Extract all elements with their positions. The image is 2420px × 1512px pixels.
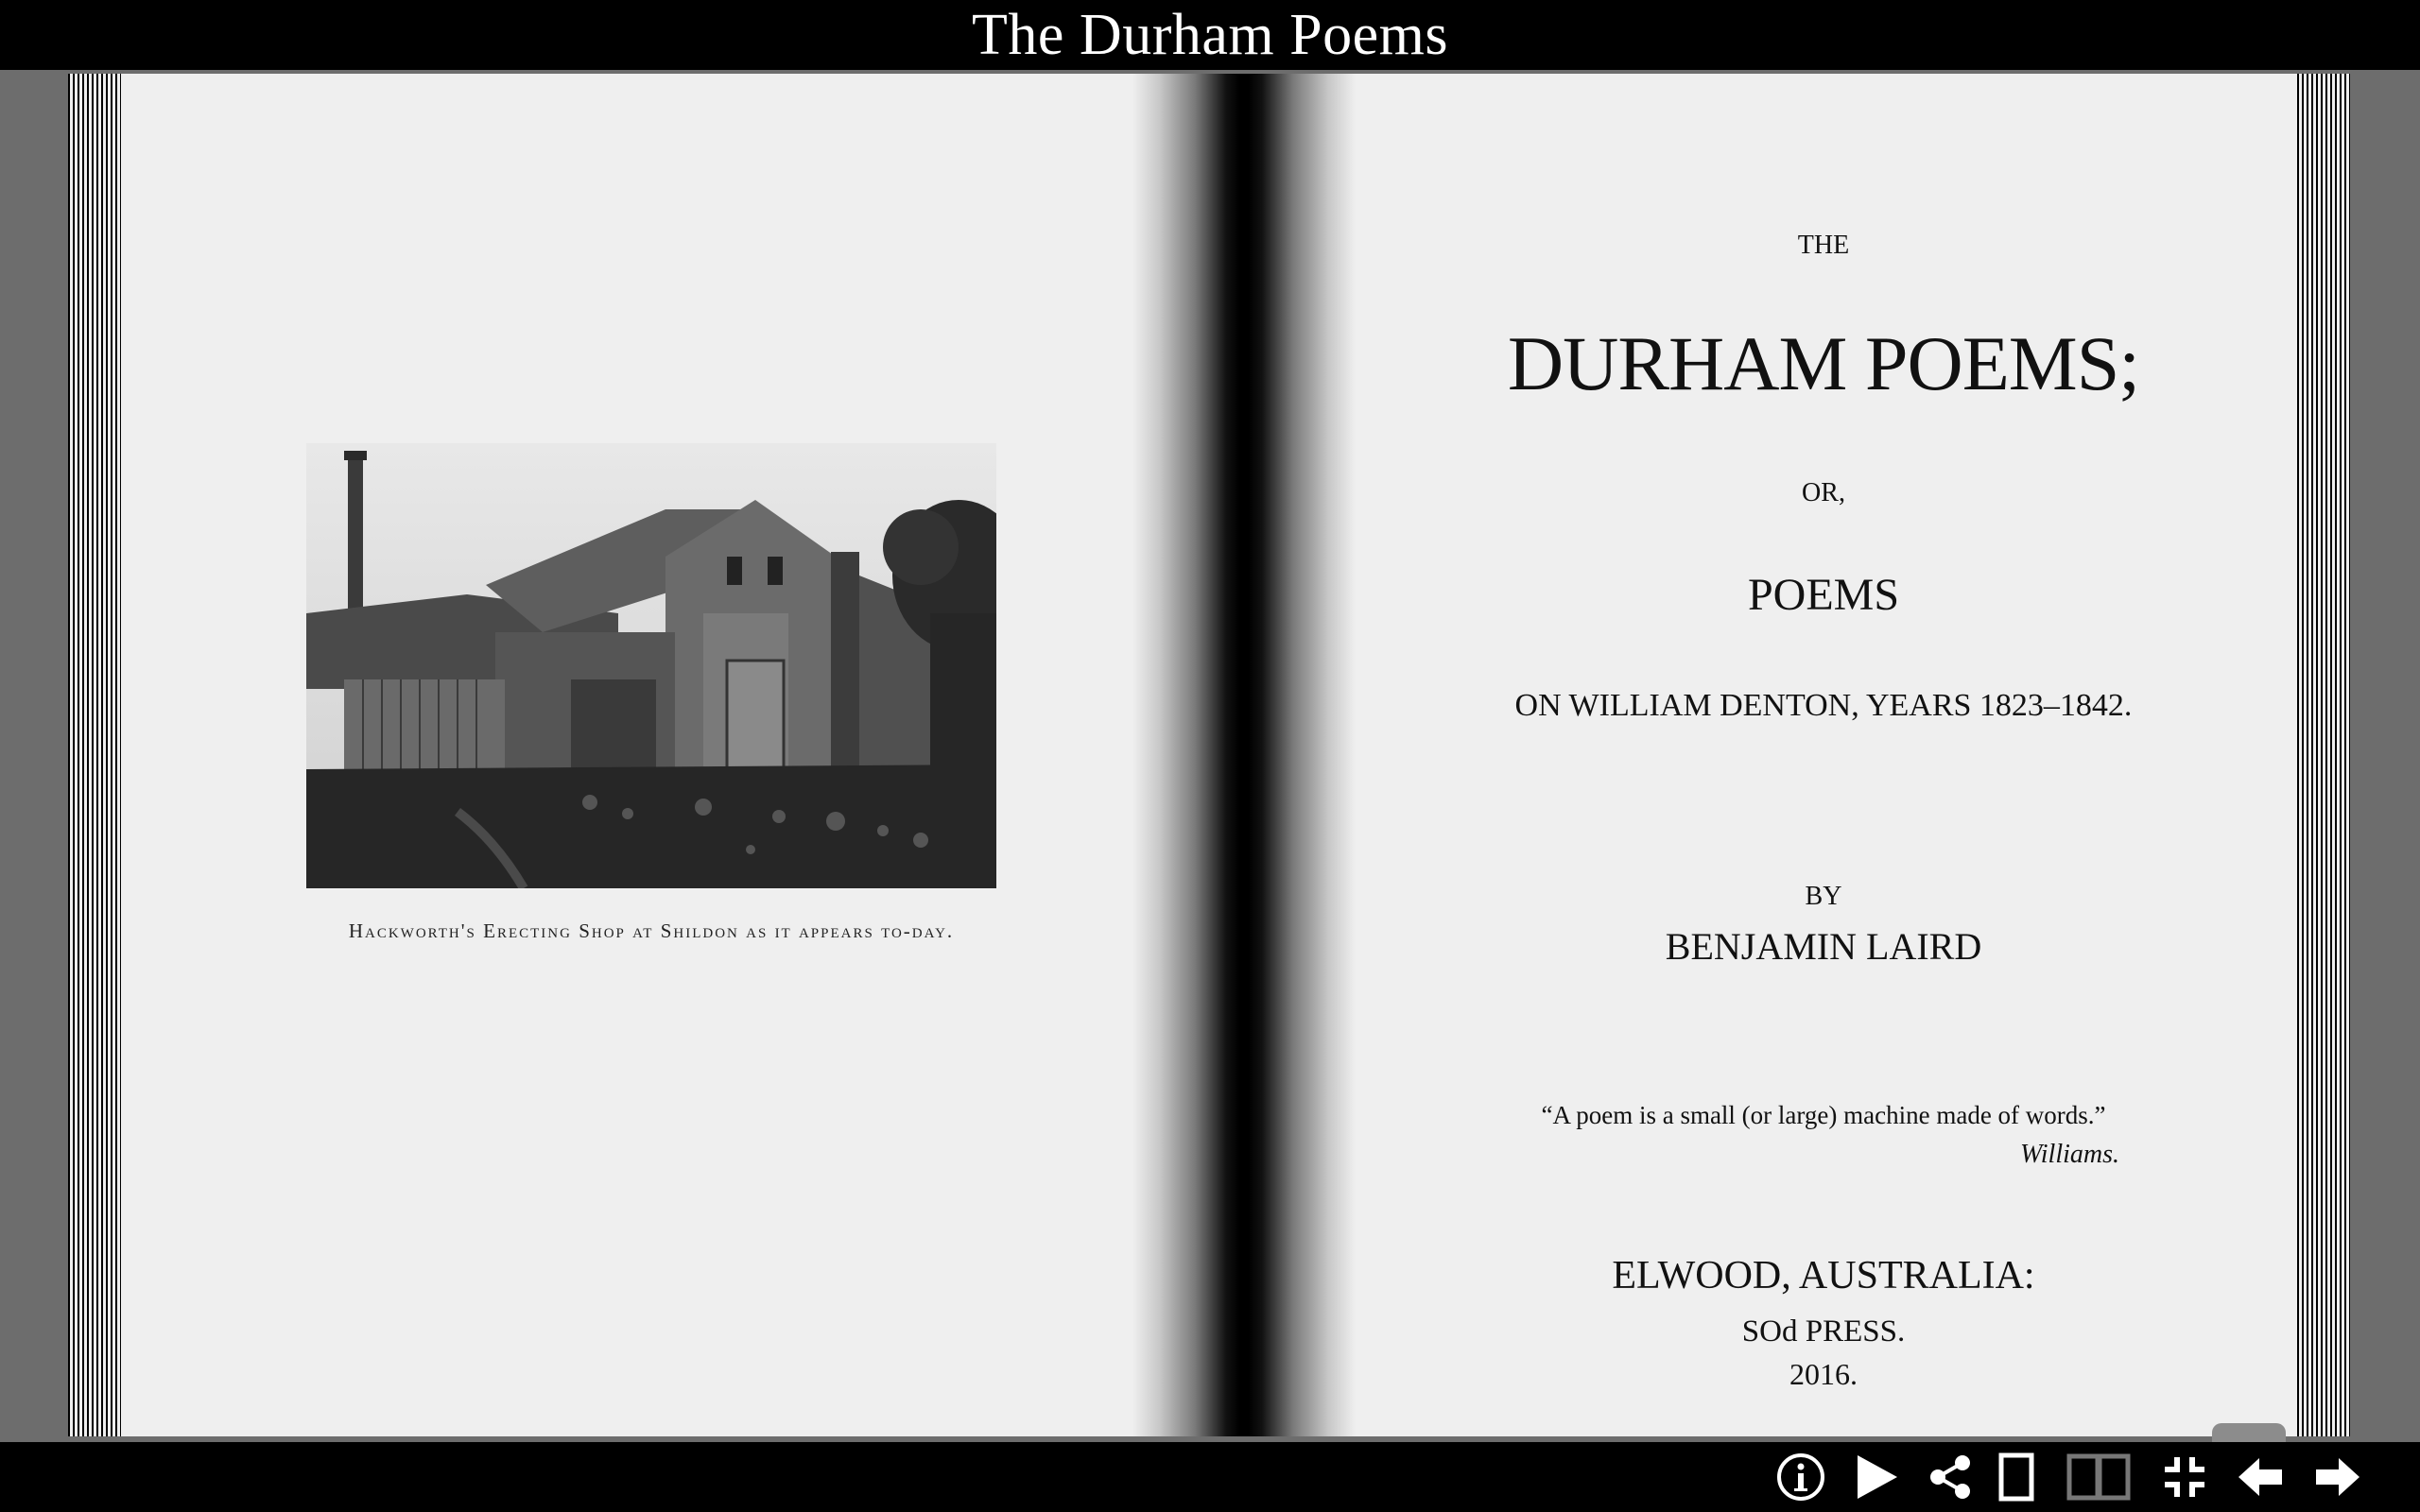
info-icon	[1777, 1453, 1824, 1501]
title-subtitle: ON WILLIAM DENTON, YEARS 1823–1842.	[1514, 688, 2133, 723]
book-gutter	[1132, 74, 1356, 1436]
viewer-toolbar	[0, 1442, 2420, 1512]
title-the: THE	[1797, 231, 1850, 260]
exit-fullscreen-icon	[2165, 1457, 2204, 1497]
title-bar: The Durham Poems	[0, 0, 2420, 70]
left-page-edges	[68, 74, 121, 1436]
title-by: BY	[1805, 882, 1842, 911]
photo-caption: Hackworth's Erecting Shop at Shildon as …	[348, 919, 955, 942]
info-button[interactable]	[1773, 1450, 1828, 1504]
single-page-button[interactable]	[1995, 1450, 2038, 1504]
share-icon	[1930, 1455, 1970, 1499]
epigraph-quote: “A poem is a small (or large) machine ma…	[1541, 1101, 2106, 1129]
epigraph-attribution: Williams.	[2019, 1140, 2119, 1169]
imprint-place: ELWOOD, AUSTRALIA:	[1612, 1254, 2035, 1297]
right-page-edges	[2297, 74, 2350, 1436]
arrow-left-icon	[2238, 1458, 2282, 1496]
double-page-icon	[2066, 1453, 2131, 1501]
single-page-icon	[1998, 1452, 2034, 1502]
play-icon	[1858, 1455, 1897, 1499]
title-poems: POEMS	[1747, 570, 1900, 620]
play-button[interactable]	[1851, 1450, 1902, 1504]
imprint-press: SOd PRESS.	[1741, 1314, 1906, 1349]
photograph-icon	[306, 443, 996, 888]
previous-page-button[interactable]	[2235, 1450, 2286, 1504]
title-main: DURHAM POEMS;	[1507, 320, 2140, 406]
exit-fullscreen-button[interactable]	[2159, 1450, 2210, 1504]
share-button[interactable]	[1925, 1450, 1976, 1504]
book-title: The Durham Poems	[972, 2, 1448, 67]
imprint-year: 2016.	[1789, 1357, 1858, 1391]
arrow-right-icon	[2316, 1458, 2360, 1496]
frontispiece-photo	[306, 443, 996, 888]
book-spread: Hackworth's Erecting Shop at Shildon as …	[68, 74, 2350, 1436]
author-name: BENJAMIN LAIRD	[1665, 925, 1982, 968]
title-or: OR,	[1802, 478, 1845, 507]
toolbar-toggle-tab[interactable]	[2212, 1423, 2286, 1442]
double-page-button[interactable]	[2065, 1450, 2133, 1504]
next-page-button[interactable]	[2312, 1450, 2363, 1504]
